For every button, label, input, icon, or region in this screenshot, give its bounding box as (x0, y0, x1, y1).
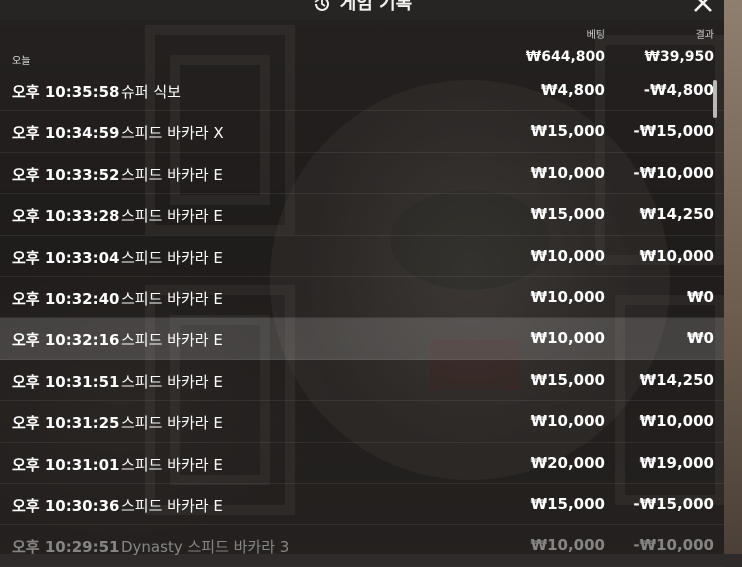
history-row-hovered[interactable]: 오후 10:32:16 스피드 바카라 E ₩10,000 ₩0 (0, 318, 724, 360)
row-time: 오후 10:33:28 (12, 207, 120, 226)
row-bet: ₩10,000 (530, 163, 605, 182)
summary-bet-total: ₩644,800 (525, 49, 605, 65)
row-time: 오후 10:34:59 (12, 124, 120, 143)
row-result: -₩10,000 (633, 536, 714, 555)
row-bet: ₩10,000 (530, 412, 605, 431)
row-game: 스피드 바카라 E (121, 248, 223, 267)
row-bet: ₩15,000 (530, 494, 605, 513)
history-row[interactable]: 오후 10:31:51 스피드 바카라 E ₩15,000 ₩14,250 (0, 360, 724, 402)
row-game: 스피드 바카라 E (121, 331, 223, 350)
row-time: 오후 10:31:01 (12, 455, 120, 474)
history-row[interactable]: 오후 10:34:59 스피드 바카라 X ₩15,000 -₩15,000 (0, 111, 724, 153)
history-row[interactable]: 오후 10:31:25 스피드 바카라 E ₩10,000 ₩10,000 (0, 401, 724, 443)
row-bet: ₩4,800 (541, 81, 605, 99)
history-list: 오후 10:35:58 슈퍼 식보 ₩4,800 -₩4,800 오후 10:3… (0, 70, 724, 567)
row-game: 스피드 바카라 X (121, 124, 224, 143)
row-bet: ₩15,000 (530, 205, 605, 224)
row-bet: ₩15,000 (530, 370, 605, 389)
row-game: Dynasty 스피드 바카라 3 (121, 538, 290, 557)
row-time: 오후 10:33:52 (12, 165, 120, 184)
row-time: 오후 10:35:58 (12, 83, 120, 101)
row-result: -₩15,000 (633, 122, 714, 141)
bet-column-header: 베팅 (586, 30, 605, 41)
row-bet: ₩10,000 (530, 287, 605, 306)
row-game: 스피드 바카라 E (121, 207, 223, 226)
panel-header: 게임 기록 (0, 0, 724, 20)
scrollbar-thumb[interactable] (713, 80, 717, 118)
history-row[interactable]: 오후 10:33:28 스피드 바카라 E ₩15,000 ₩14,250 (0, 194, 724, 236)
row-bet: ₩10,000 (530, 536, 605, 555)
history-row[interactable]: 오후 10:32:40 스피드 바카라 E ₩10,000 ₩0 (0, 277, 724, 319)
row-time: 오후 10:33:04 (12, 248, 120, 267)
row-result: -₩10,000 (633, 163, 714, 182)
history-icon (314, 0, 329, 11)
row-time: 오후 10:32:40 (12, 289, 120, 308)
history-row[interactable]: 오후 10:33:52 스피드 바카라 E ₩10,000 -₩10,000 (0, 153, 724, 195)
row-result: ₩10,000 (639, 412, 714, 431)
row-game: 스피드 바카라 E (121, 372, 223, 391)
row-bet: ₩10,000 (530, 329, 605, 348)
result-column-header: 결과 (695, 30, 714, 41)
summary-date-label: 오늘 (12, 56, 31, 67)
row-game: 스피드 바카라 E (121, 165, 223, 184)
summary-result-total: ₩39,950 (644, 49, 714, 65)
row-game: 스피드 바카라 E (121, 289, 223, 308)
close-icon[interactable] (690, 0, 716, 16)
game-history-panel: 게임 기록 베팅 결과 오늘 ₩644,800 ₩39,950 오후 10:35… (0, 0, 724, 556)
row-result: ₩10,000 (639, 246, 714, 265)
row-time: 오후 10:31:51 (12, 372, 120, 391)
panel-title-text: 게임 기록 (339, 0, 413, 14)
row-result: -₩15,000 (633, 494, 714, 513)
row-result: ₩0 (687, 287, 714, 306)
history-row[interactable]: 오후 10:35:58 슈퍼 식보 ₩4,800 -₩4,800 (0, 70, 724, 112)
row-game: 슈퍼 식보 (121, 83, 181, 101)
row-time: 오후 10:32:16 (12, 331, 120, 350)
row-game: 스피드 바카라 E (121, 496, 223, 515)
row-game: 스피드 바카라 E (121, 455, 223, 474)
right-edge-backdrop (724, 0, 742, 554)
column-headers: 베팅 결과 (0, 26, 724, 41)
row-bet: ₩15,000 (530, 122, 605, 141)
row-time: 오후 10:31:25 (12, 414, 120, 433)
row-result: ₩19,000 (639, 453, 714, 472)
row-bet: ₩20,000 (530, 453, 605, 472)
row-bet: ₩10,000 (530, 246, 605, 265)
panel-title: 게임 기록 (0, 0, 724, 17)
history-row[interactable]: 오후 10:33:04 스피드 바카라 E ₩10,000 ₩10,000 (0, 236, 724, 277)
daily-summary-row: 오늘 ₩644,800 ₩39,950 (0, 46, 724, 70)
history-row[interactable]: 오후 10:30:36 스피드 바카라 E ₩15,000 -₩15,000 (0, 484, 724, 526)
row-time: 오후 10:29:51 (12, 538, 120, 557)
history-row[interactable]: 오후 10:29:51 Dynasty 스피드 바카라 3 ₩10,000 -₩… (0, 525, 724, 566)
history-row[interactable]: 오후 10:31:01 스피드 바카라 E ₩20,000 ₩19,000 (0, 443, 724, 484)
row-result: ₩0 (687, 329, 714, 348)
row-result: ₩14,250 (639, 370, 714, 389)
row-result: -₩4,800 (643, 81, 714, 99)
row-time: 오후 10:30:36 (12, 496, 120, 515)
row-result: ₩14,250 (639, 205, 714, 224)
row-game: 스피드 바카라 E (121, 414, 223, 433)
